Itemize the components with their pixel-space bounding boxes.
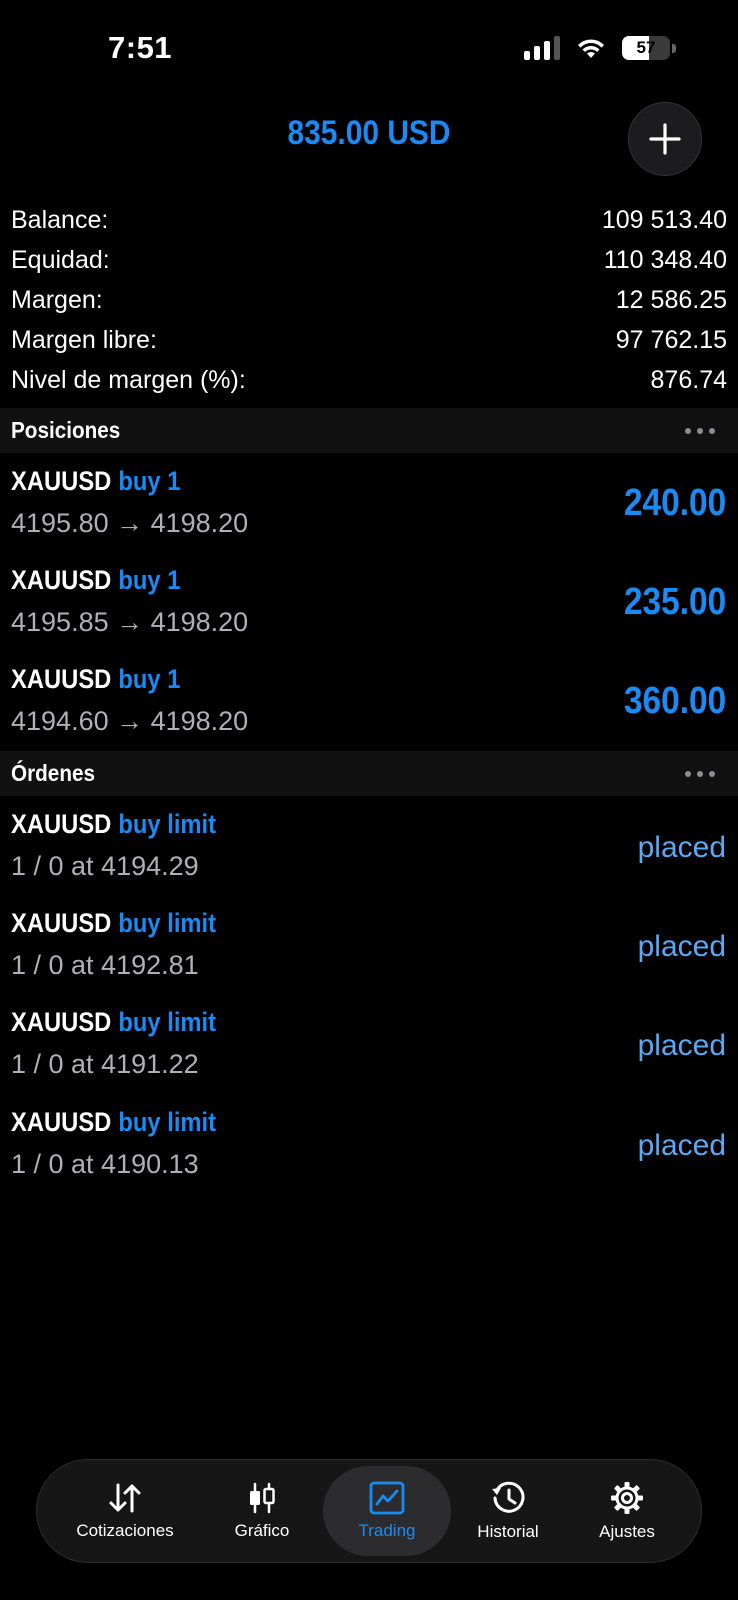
trading-chart-icon <box>369 1481 405 1515</box>
tab-label-grafico: Gráfico <box>234 1521 290 1540</box>
free-margin-label: Margen libre: <box>11 325 157 354</box>
order-symbol: XAUUSD <box>11 809 112 839</box>
position-prices: 4194.60 → 4198.20 <box>11 706 249 736</box>
order-row[interactable]: XAUUSD buy limit 1 / 0 at 4191.22 placed <box>0 997 738 1097</box>
equity-label: Equidad: <box>11 245 110 274</box>
plus-icon <box>649 123 681 155</box>
order-row[interactable]: XAUUSD buy limit 1 / 0 at 4190.13 placed <box>0 1097 738 1197</box>
positions-title: Posiciones <box>11 417 121 443</box>
positions-header: Posiciones <box>0 408 738 453</box>
balance-row: Balance: 109 513.40 <box>0 200 738 240</box>
position-profit: 240.00 <box>623 482 726 524</box>
equity-row: Equidad: 110 348.40 <box>0 240 738 280</box>
free-margin-row: Margen libre: 97 762.15 <box>0 320 738 360</box>
margin-level-row: Nivel de margen (%): 876.74 <box>0 360 738 400</box>
order-state: placed <box>637 930 726 963</box>
gear-icon <box>611 1482 643 1514</box>
position-symbol: XAUUSD <box>11 664 112 694</box>
position-prices: 4195.85 → 4198.20 <box>11 607 249 637</box>
battery-level: 57 <box>636 38 656 57</box>
position-type: buy 1 <box>118 565 181 595</box>
margin-row: Margen: 12 586.25 <box>0 280 738 320</box>
order-symbol: XAUUSD <box>11 908 112 938</box>
arrows-updown-icon <box>109 1483 141 1513</box>
tab-label-ajustes: Ajustes <box>599 1522 655 1541</box>
tab-ajustes[interactable]: Ajustes <box>577 1460 677 1562</box>
order-type: buy limit <box>118 1007 217 1037</box>
order-symbol: XAUUSD <box>11 1007 112 1037</box>
wifi-icon <box>578 39 604 58</box>
position-profit: 360.00 <box>623 680 726 722</box>
order-row[interactable]: XAUUSD buy limit 1 / 0 at 4194.29 placed <box>0 799 738 899</box>
margin-value: 12 586.25 <box>615 285 727 314</box>
tab-historial[interactable]: Historial <box>452 1460 564 1562</box>
order-state: placed <box>637 1129 726 1162</box>
margin-label: Margen: <box>11 285 103 314</box>
battery-icon: 57 <box>622 36 670 60</box>
new-order-button[interactable] <box>628 102 702 176</box>
position-type: buy 1 <box>118 664 181 694</box>
history-icon <box>492 1481 525 1513</box>
order-detail: 1 / 0 at 4190.13 <box>11 1149 199 1179</box>
position-row[interactable]: XAUUSD buy 1 4195.85 → 4198.20 235.00 <box>0 555 738 655</box>
position-profit: 235.00 <box>623 581 726 623</box>
position-row[interactable]: XAUUSD buy 1 4195.80 → 4198.20 240.00 <box>0 456 738 556</box>
order-detail: 1 / 0 at 4194.29 <box>11 851 199 881</box>
tab-trading[interactable]: Trading <box>323 1460 451 1562</box>
order-type: buy limit <box>118 1107 217 1137</box>
status-bar: 7:51 57 <box>0 0 738 100</box>
order-detail: 1 / 0 at 4192.81 <box>11 950 199 980</box>
bottom-tab-bar: Cotizaciones Gráfico Trading Historial A… <box>36 1459 702 1563</box>
position-type: buy 1 <box>118 466 181 496</box>
orders-more-icon[interactable] <box>685 770 715 777</box>
tab-label-cotizaciones: Cotizaciones <box>76 1521 174 1540</box>
margin-level-label: Nivel de margen (%): <box>11 365 246 394</box>
position-prices: 4195.80 → 4198.20 <box>11 508 249 538</box>
position-row[interactable]: XAUUSD buy 1 4194.60 → 4198.20 360.00 <box>0 654 738 754</box>
orders-title: Órdenes <box>11 760 95 786</box>
candlestick-icon <box>250 1482 275 1514</box>
order-state: placed <box>637 831 726 864</box>
order-type: buy limit <box>118 908 217 938</box>
orders-header: Órdenes <box>0 751 738 796</box>
margin-level-value: 876.74 <box>650 365 727 394</box>
tab-cotizaciones[interactable]: Cotizaciones <box>65 1460 185 1562</box>
tab-label-historial: Historial <box>477 1522 539 1541</box>
position-symbol: XAUUSD <box>11 565 112 595</box>
account-summary: Balance: 109 513.40 Equidad: 110 348.40 … <box>0 200 738 400</box>
order-state: placed <box>637 1029 726 1062</box>
balance-value: 109 513.40 <box>601 205 727 234</box>
tab-label-trading: Trading <box>358 1521 416 1540</box>
status-time: 7:51 <box>108 30 173 65</box>
equity-value: 110 348.40 <box>603 245 727 274</box>
cellular-signal-icon <box>524 36 560 60</box>
position-symbol: XAUUSD <box>11 466 112 496</box>
order-type: buy limit <box>118 809 217 839</box>
balance-label: Balance: <box>11 205 109 234</box>
order-row[interactable]: XAUUSD buy limit 1 / 0 at 4192.81 placed <box>0 898 738 998</box>
floating-profit-total: 835.00 USD <box>287 114 451 152</box>
free-margin-value: 97 762.15 <box>615 325 727 354</box>
positions-more-icon[interactable] <box>685 427 715 434</box>
status-icons: 57 <box>524 36 676 60</box>
order-symbol: XAUUSD <box>11 1107 112 1137</box>
tab-grafico[interactable]: Gráfico <box>212 1460 312 1562</box>
order-detail: 1 / 0 at 4191.22 <box>11 1049 199 1079</box>
